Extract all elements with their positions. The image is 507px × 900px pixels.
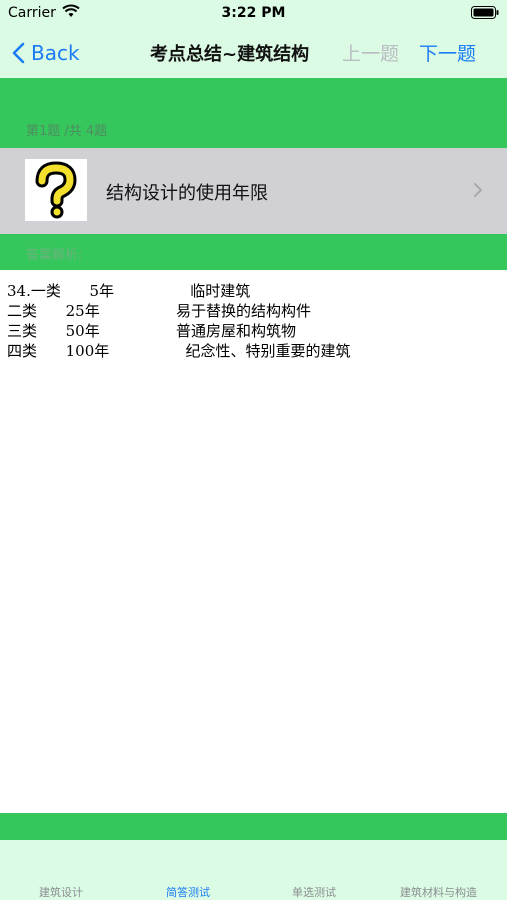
question-row[interactable]: 结构设计的使用年限 [0, 148, 507, 234]
previous-question-button[interactable]: 上一题 [342, 39, 399, 66]
answer-analysis-band: 答案解析: [0, 234, 507, 270]
chevron-left-icon [12, 42, 25, 64]
question-counter: 第1题 /共 4题 [26, 124, 108, 139]
answer-line: 三类 50年 普通房屋和构筑物 [7, 322, 296, 340]
chevron-right-icon [474, 183, 482, 197]
answer-line: 二类 25年 易于替换的结构构件 [7, 302, 311, 320]
tab-bar: 建筑设计 简答测试 单选测试 建筑材料与构造 [0, 840, 507, 900]
page-title: 考点总结~建筑结构 [150, 44, 310, 65]
clock: 3:22 PM [221, 5, 286, 21]
question-header-band: 第1题 /共 4题 [0, 78, 507, 148]
tab-single-choice-test[interactable]: 单选测试 [292, 884, 336, 900]
answer-line: 34.一类 5年 临时建筑 [7, 282, 251, 300]
status-bar: Carrier 3:22 PM [0, 0, 507, 28]
bottom-green-band [0, 813, 507, 840]
back-label: Back [31, 41, 80, 65]
answer-analysis-label: 答案解析: [26, 248, 83, 263]
next-question-button[interactable]: 下一题 [419, 39, 476, 66]
question-mark-icon [25, 159, 87, 221]
battery-icon [471, 6, 499, 19]
tab-short-answer-test[interactable]: 简答测试 [166, 884, 210, 900]
back-button[interactable]: Back [12, 38, 80, 68]
question-text: 结构设计的使用年限 [106, 183, 268, 204]
navigation-bar: Back 考点总结~建筑结构 上一题 下一题 [0, 28, 507, 78]
answer-line: 四类 100年 纪念性、特别重要的建筑 [7, 342, 351, 360]
tab-materials-construction[interactable]: 建筑材料与构造 [400, 884, 477, 900]
tab-building-design[interactable]: 建筑设计 [39, 884, 83, 900]
answer-content: 34.一类 5年 临时建筑 二类 25年 易于替换的结构构件 三类 50年 普通… [0, 270, 507, 813]
